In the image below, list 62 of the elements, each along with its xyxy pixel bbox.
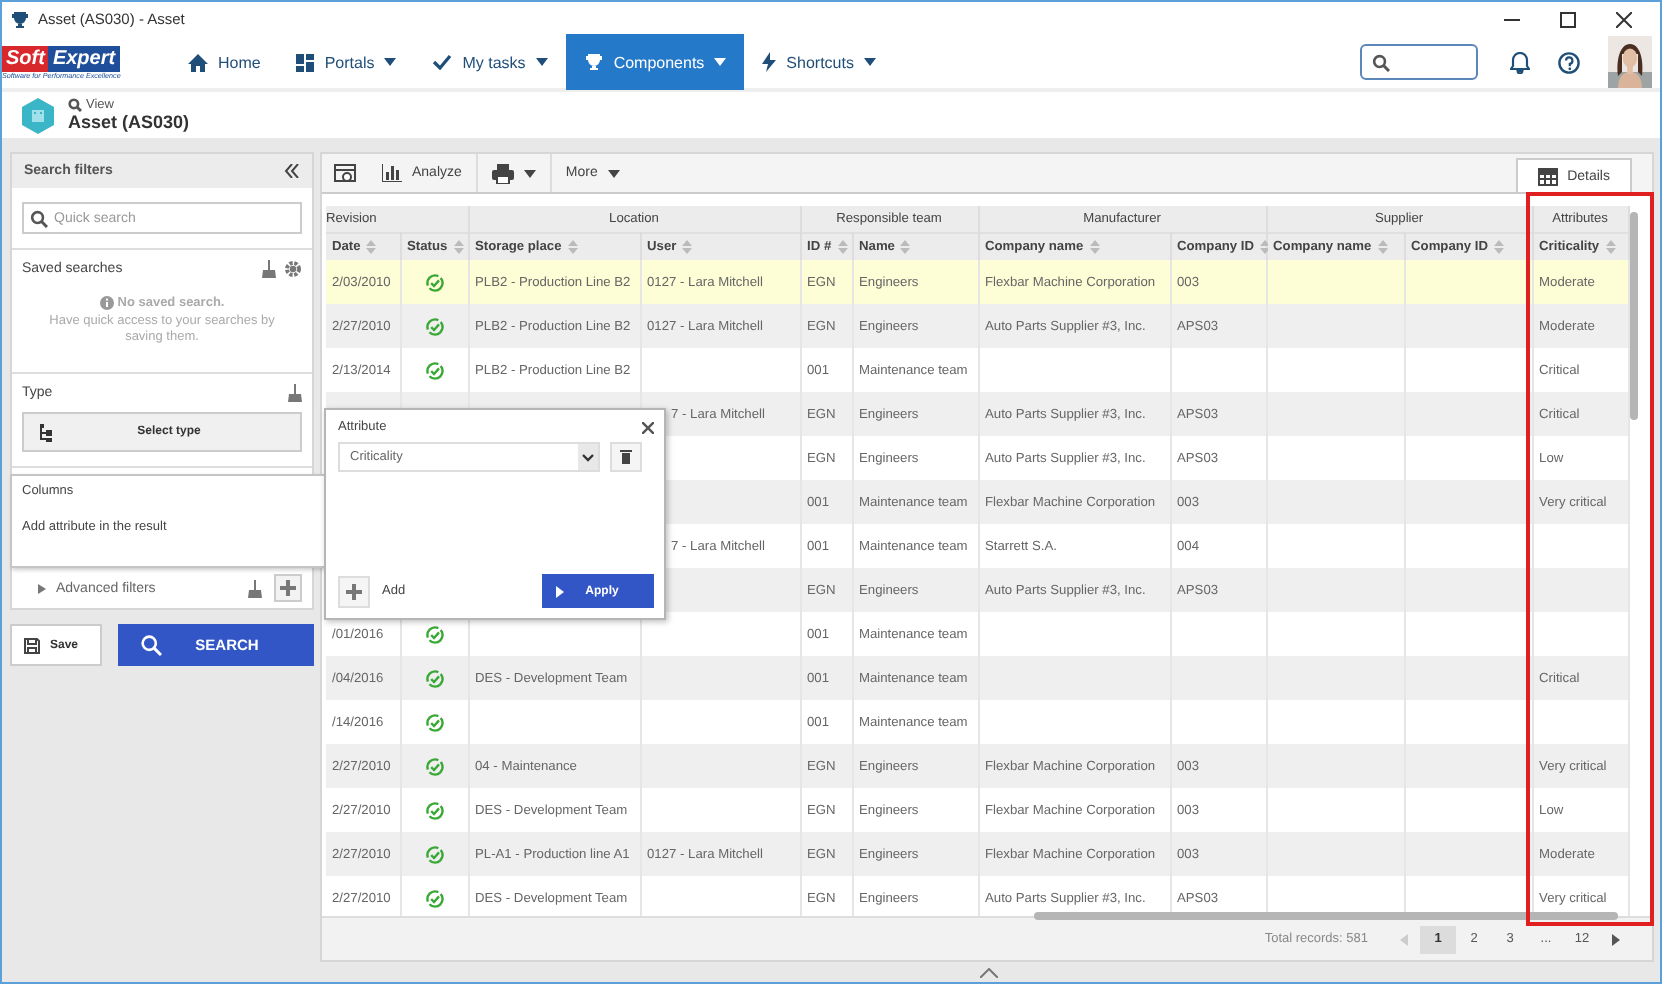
trophy-icon [583,52,604,72]
sort-icon [453,239,464,254]
broom-icon[interactable] [248,579,262,597]
scrollbar-thumb[interactable] [1034,912,1618,920]
trash-icon [620,450,632,464]
nav-tab[interactable]: My tasks [414,34,566,90]
table-icon [1537,167,1558,185]
sort-icon [366,239,377,254]
search-icon [30,210,48,228]
bar-chart-icon [382,164,402,182]
add-button[interactable] [274,574,302,602]
sort-icon [900,239,911,254]
close-icon[interactable] [1616,11,1632,27]
home-icon [188,53,208,71]
info-icon [99,296,114,310]
settings-icon[interactable] [284,260,302,278]
maximize-icon[interactable] [1560,11,1576,27]
nav-tab[interactable]: Home [170,34,279,90]
add-button[interactable] [338,575,370,607]
logo-word: Expert [48,45,120,71]
sort-icon [837,239,848,254]
bolt-icon [762,52,777,72]
broom-icon[interactable] [288,384,302,402]
logo-word: Soft [2,45,49,71]
sort-icon [1494,239,1504,254]
trophy-icon [10,9,30,29]
play-icon [556,585,564,597]
handle-icon[interactable] [980,968,998,978]
printer-icon [491,163,514,183]
caret-icon [523,169,536,177]
search-field[interactable] [1360,44,1478,80]
sort-icon [1605,239,1616,254]
plus-icon [280,580,296,596]
delete-button[interactable] [610,442,642,472]
nav-tab[interactable]: Components [565,34,745,90]
sort-icon [1259,239,1270,254]
next-icon[interactable] [1612,933,1620,945]
tree-icon [40,423,54,441]
check-icon [432,54,453,70]
scrollbar-thumb[interactable] [1630,212,1638,420]
search-icon [1372,53,1390,71]
search-icon [68,98,82,112]
caret-icon [607,169,620,177]
plus-icon [346,583,362,599]
grid-icon [296,53,315,71]
save-icon [24,637,40,653]
help-icon[interactable] [1558,51,1580,73]
nav-tab[interactable]: Shortcuts [744,34,894,90]
building-icon [22,97,54,133]
sort-icon [567,239,578,254]
sort-icon [1377,239,1388,254]
collapse-icon[interactable] [284,164,300,178]
bell-icon[interactable] [1510,51,1530,73]
search-icon [140,634,162,656]
chevron-icon [582,453,594,461]
broom-icon[interactable] [262,260,276,278]
sort-icon [1089,239,1100,254]
close-icon[interactable] [642,421,654,433]
sort-icon [682,239,693,254]
page-title: Asset (AS030) [68,112,190,132]
nav-tab[interactable]: Portals [278,34,415,90]
view-icon[interactable] [334,163,356,183]
